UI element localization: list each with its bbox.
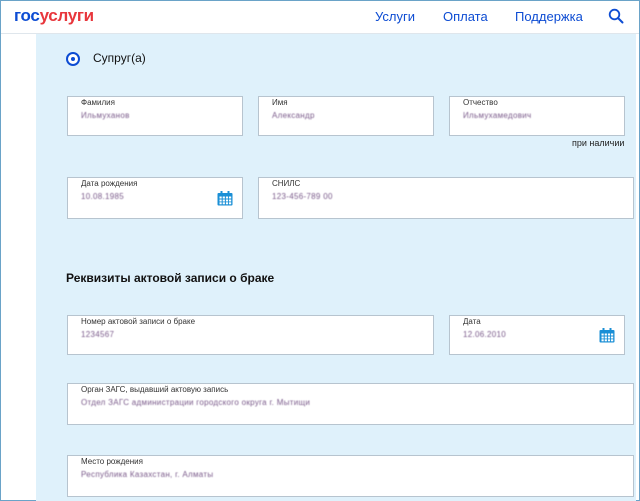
name-field[interactable]: Имя Александр	[258, 96, 434, 136]
birth-date-field[interactable]: Дата рождения 10.08.1985	[67, 177, 243, 219]
nav-payment[interactable]: Оплата	[443, 9, 488, 24]
patronymic-label: Отчество	[463, 98, 498, 107]
calendar-icon[interactable]	[599, 328, 615, 343]
snils-field[interactable]: СНИЛС 123-456-789 00	[258, 177, 634, 219]
header: госуслуги Услуги Оплата Поддержка	[1, 1, 639, 34]
marriage-date-label: Дата	[463, 317, 481, 326]
nav-support[interactable]: Поддержка	[515, 9, 583, 24]
nav-services[interactable]: Услуги	[375, 9, 415, 24]
surname-value: Ильмуханов	[81, 111, 130, 120]
name-value: Александр	[272, 111, 315, 120]
logo-part-gos: гос	[14, 6, 40, 25]
search-icon[interactable]	[608, 8, 624, 24]
birth-place-value: Республика Казахстан, г. Алматы	[81, 470, 214, 479]
calendar-icon[interactable]	[217, 191, 233, 206]
record-number-value: 1234567	[81, 330, 115, 339]
birth-place-field[interactable]: Место рождения Республика Казахстан, г. …	[67, 455, 634, 497]
spouse-radio-label: Супруг(а)	[93, 51, 146, 65]
record-number-field[interactable]: Номер актовой записи о браке 1234567	[67, 315, 434, 355]
registry-office-label: Орган ЗАГС, выдавший актовую запись	[81, 385, 229, 394]
marriage-date-field[interactable]: Дата 12.06.2010	[449, 315, 625, 355]
surname-field[interactable]: Фамилия Ильмуханов	[67, 96, 243, 136]
surname-label: Фамилия	[81, 98, 115, 107]
registry-office-field[interactable]: Орган ЗАГС, выдавший актовую запись Отде…	[67, 383, 634, 425]
marriage-date-value: 12.06.2010	[463, 330, 507, 339]
marriage-section-title: Реквизиты актовой записи о браке	[66, 271, 275, 285]
form-content: Супруг(а) Фамилия Ильмуханов Имя Алексан…	[36, 34, 636, 501]
patronymic-hint: при наличии	[572, 138, 625, 148]
patronymic-field[interactable]: Отчество Ильмухамедович	[449, 96, 625, 136]
name-label: Имя	[272, 98, 288, 107]
gosuslugi-logo[interactable]: госуслуги	[14, 6, 94, 26]
logo-part-uslugi: услуги	[39, 6, 95, 25]
registry-office-value: Отдел ЗАГС администрации городского окру…	[81, 398, 311, 407]
snils-value: 123-456-789 00	[272, 192, 333, 201]
birth-place-label: Место рождения	[81, 457, 143, 466]
spouse-radio[interactable]	[66, 52, 80, 66]
birth-date-value: 10.08.1985	[81, 192, 125, 201]
birth-date-label: Дата рождения	[81, 179, 138, 188]
record-number-label: Номер актовой записи о браке	[81, 317, 196, 326]
patronymic-value: Ильмухамедович	[463, 111, 532, 120]
snils-label: СНИЛС	[272, 179, 301, 188]
